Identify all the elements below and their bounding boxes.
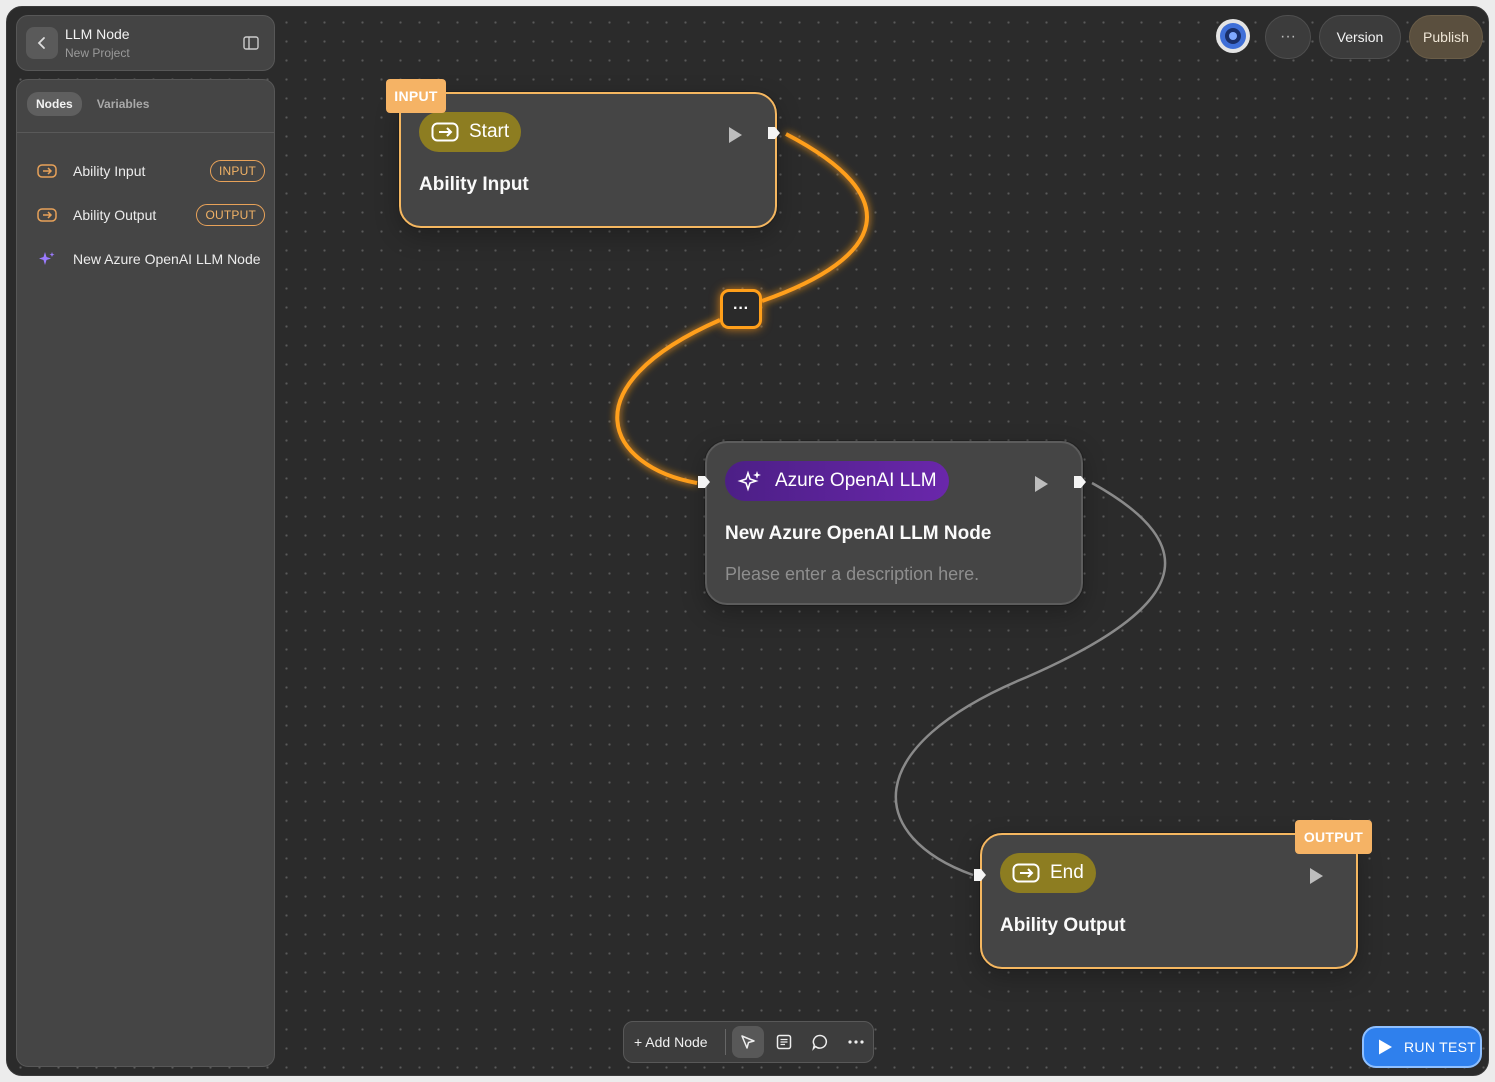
start-node[interactable]: Start Ability Input — [399, 92, 777, 228]
sparkle-icon — [737, 470, 761, 492]
chip-label: Start — [469, 121, 510, 142]
toolbar-divider — [725, 1029, 726, 1055]
node-title: Ability Output — [1000, 915, 1126, 936]
arrow-box-icon — [431, 122, 459, 142]
note-tool-button[interactable] — [768, 1026, 800, 1058]
arrow-box-icon — [37, 208, 57, 222]
more-tools-button[interactable] — [840, 1026, 872, 1058]
more-options-button[interactable]: ··· — [1265, 15, 1311, 59]
output-port[interactable] — [767, 126, 781, 140]
tab-variables[interactable]: Variables — [88, 92, 159, 116]
back-button[interactable] — [26, 27, 58, 59]
output-port[interactable] — [1073, 475, 1087, 489]
divider — [17, 132, 274, 133]
workflow-canvas[interactable]: LLM Node New Project Nodes Variables Abi… — [6, 6, 1489, 1076]
node-title: Ability Input — [419, 174, 529, 195]
document-icon — [776, 1034, 792, 1050]
add-node-button[interactable]: + Add Node — [624, 1034, 723, 1050]
chip-label: End — [1050, 862, 1084, 883]
node-type-chip: Azure OpenAI LLM — [725, 461, 949, 501]
project-subtitle: New Project — [65, 46, 130, 60]
node-type-chip: End — [1000, 853, 1096, 893]
version-button[interactable]: Version — [1319, 15, 1401, 59]
output-badge: OUTPUT — [196, 204, 265, 226]
chip-label: Azure OpenAI LLM — [775, 470, 937, 491]
input-port[interactable] — [697, 475, 711, 489]
user-avatar-icon — [1220, 23, 1246, 49]
node-type-chip: Start — [419, 112, 522, 152]
project-header: LLM Node New Project — [16, 15, 275, 71]
sidebar-item-label: Ability Input — [73, 163, 146, 179]
comment-icon — [812, 1034, 828, 1051]
publish-button[interactable]: Publish — [1409, 15, 1483, 59]
canvas-toolbar: + Add Node — [623, 1021, 874, 1063]
sidebar-item-ability-output[interactable]: Ability Output OUTPUT — [37, 203, 265, 227]
node-description[interactable]: Please enter a description here. — [725, 564, 979, 585]
tab-nodes[interactable]: Nodes — [27, 92, 82, 116]
panel-tabs: Nodes Variables — [27, 92, 158, 116]
run-test-label: RUN TEST — [1404, 1039, 1477, 1055]
llm-node[interactable]: Azure OpenAI LLM New Azure OpenAI LLM No… — [705, 441, 1083, 605]
arrow-box-icon — [37, 164, 57, 178]
run-test-button[interactable]: RUN TEST — [1362, 1026, 1482, 1068]
sidebar-toggle-icon[interactable] — [242, 34, 260, 52]
sparkle-icon — [39, 252, 55, 265]
avatar[interactable] — [1216, 19, 1250, 53]
select-tool-button[interactable] — [732, 1026, 764, 1058]
project-title: LLM Node — [65, 26, 130, 42]
play-icon[interactable] — [1308, 867, 1324, 885]
sidebar-item-ability-input[interactable]: Ability Input INPUT — [37, 159, 265, 183]
sidebar-item-llm-node[interactable]: New Azure OpenAI LLM Node — [37, 247, 265, 271]
play-icon — [1379, 1039, 1392, 1055]
comment-tool-button[interactable] — [804, 1026, 836, 1058]
sidebar-item-label: Ability Output — [73, 207, 157, 223]
ellipsis-icon — [848, 1040, 864, 1044]
cursor-icon — [741, 1035, 755, 1049]
chevron-left-icon — [37, 37, 45, 49]
edge-menu-button[interactable]: ··· — [720, 289, 762, 329]
node-title: New Azure OpenAI LLM Node — [725, 523, 992, 544]
output-tag: OUTPUT — [1295, 820, 1372, 854]
input-tag: INPUT — [386, 79, 446, 113]
input-port[interactable] — [973, 868, 987, 882]
play-icon[interactable] — [727, 126, 743, 144]
input-badge: INPUT — [210, 160, 265, 182]
play-icon[interactable] — [1033, 475, 1049, 493]
sidebar-item-label: New Azure OpenAI LLM Node — [73, 251, 261, 267]
nodes-panel: Nodes Variables Ability Input INPUT Abil… — [16, 79, 275, 1067]
arrow-box-icon — [1012, 863, 1040, 883]
